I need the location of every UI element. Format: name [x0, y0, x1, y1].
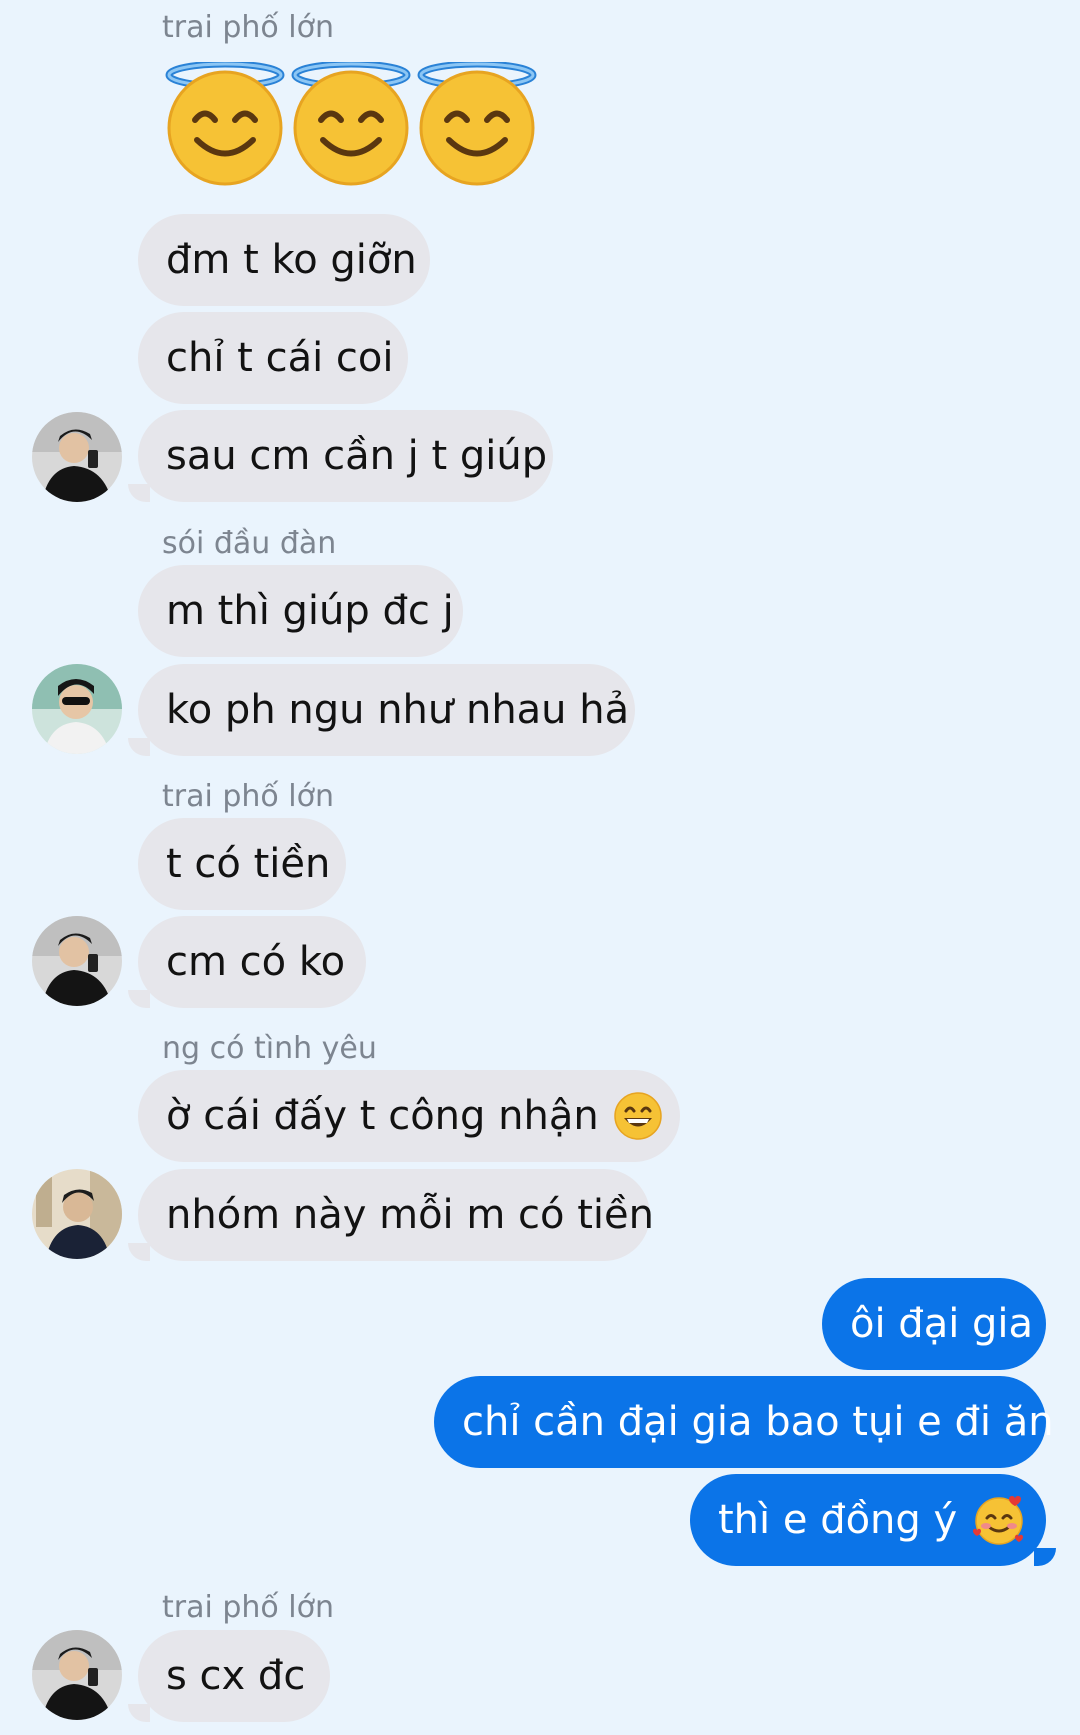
smiling-face-with-halo-icon [291, 60, 411, 191]
message-bubble[interactable]: ôi đại gia [822, 1278, 1046, 1370]
avatar[interactable] [32, 412, 122, 502]
message-text: m thì giúp đc j [166, 588, 454, 634]
bubble-tail [128, 484, 150, 502]
sender-name: trai phố lớn [162, 1590, 335, 1625]
message-text: chỉ cần đại gia bao tụi e đi ăn [462, 1399, 1054, 1445]
message-bubble[interactable]: m thì giúp đc j [138, 565, 463, 657]
message-bubble[interactable]: ờ cái đấy t công nhận [138, 1070, 680, 1162]
smiling-face-with-hearts-icon [971, 1493, 1027, 1547]
message-bubble[interactable]: t có tiền [138, 818, 346, 910]
bubble-tail [128, 990, 150, 1008]
smiling-face-with-halo-icon [165, 60, 285, 191]
message-bubble[interactable]: cm có ko [138, 916, 366, 1008]
avatar[interactable] [32, 1630, 122, 1720]
message-bubble[interactable]: sau cm cần j t giúp [138, 410, 553, 502]
message-text: thì e đồng ý [718, 1497, 958, 1543]
message-text: ôi đại gia [850, 1301, 1034, 1347]
avatar[interactable] [32, 916, 122, 1006]
message-text: nhóm này mỗi m có tiền [166, 1192, 654, 1238]
message-bubble[interactable]: đm t ko giỡn [138, 214, 430, 306]
avatar[interactable] [32, 1169, 122, 1259]
message-bubble[interactable]: thì e đồng ý [690, 1474, 1046, 1566]
message-bubble[interactable]: s cx đc [138, 1630, 330, 1722]
bubble-tail [128, 1243, 150, 1261]
sender-name: sói đầu đàn [162, 526, 337, 561]
sender-name: trai phố lớn [162, 10, 335, 45]
bubble-tail [128, 738, 150, 756]
smiling-face-with-halo-icon [417, 60, 537, 191]
message-bubble[interactable]: chỉ t cái coi [138, 312, 408, 404]
message-text: ờ cái đấy t công nhận [166, 1093, 599, 1139]
grinning-face-with-smiling-eyes-icon [613, 1091, 663, 1141]
message-text: cm có ko [166, 939, 346, 985]
bubble-tail [128, 1704, 150, 1722]
message-text: đm t ko giỡn [166, 237, 417, 283]
message-text: ko ph ngu như nhau hả [166, 687, 630, 733]
message-text: t có tiền [166, 841, 331, 887]
halo-emoji-message[interactable] [165, 60, 537, 191]
message-text: sau cm cần j t giúp [166, 433, 548, 479]
sender-name: trai phố lớn [162, 779, 335, 814]
message-bubble[interactable]: chỉ cần đại gia bao tụi e đi ăn [434, 1376, 1054, 1468]
message-bubble[interactable]: nhóm này mỗi m có tiền [138, 1169, 654, 1261]
avatar[interactable] [32, 664, 122, 754]
message-bubble[interactable]: ko ph ngu như nhau hả [138, 664, 635, 756]
message-text: s cx đc [166, 1653, 306, 1699]
message-text: chỉ t cái coi [166, 335, 394, 381]
sender-name: ng có tình yêu [162, 1031, 377, 1066]
bubble-tail [1034, 1548, 1056, 1566]
